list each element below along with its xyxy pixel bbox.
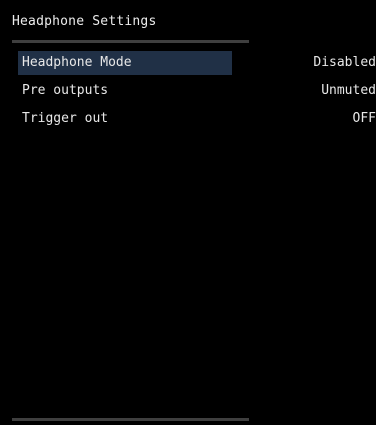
menu-item-value: Disabled — [313, 55, 376, 70]
menu-item-label: Trigger out — [22, 111, 109, 126]
menu-item-pre-outputs[interactable]: Pre outputs Unmuted — [18, 79, 376, 103]
headphone-settings-screen: Headphone Settings Headphone Mode Disabl… — [0, 0, 376, 425]
menu-item-label: Headphone Mode — [22, 55, 132, 70]
header-divider — [12, 40, 249, 43]
menu-item-value: Unmuted — [321, 83, 376, 98]
menu-item-label: Pre outputs — [22, 83, 109, 98]
menu-item-trigger-out[interactable]: Trigger out OFF — [18, 107, 376, 131]
footer-divider — [12, 418, 249, 421]
menu-item-headphone-mode[interactable]: Headphone Mode Disabled — [18, 51, 376, 75]
page-title: Headphone Settings — [12, 14, 157, 29]
menu-item-value: OFF — [352, 111, 376, 126]
